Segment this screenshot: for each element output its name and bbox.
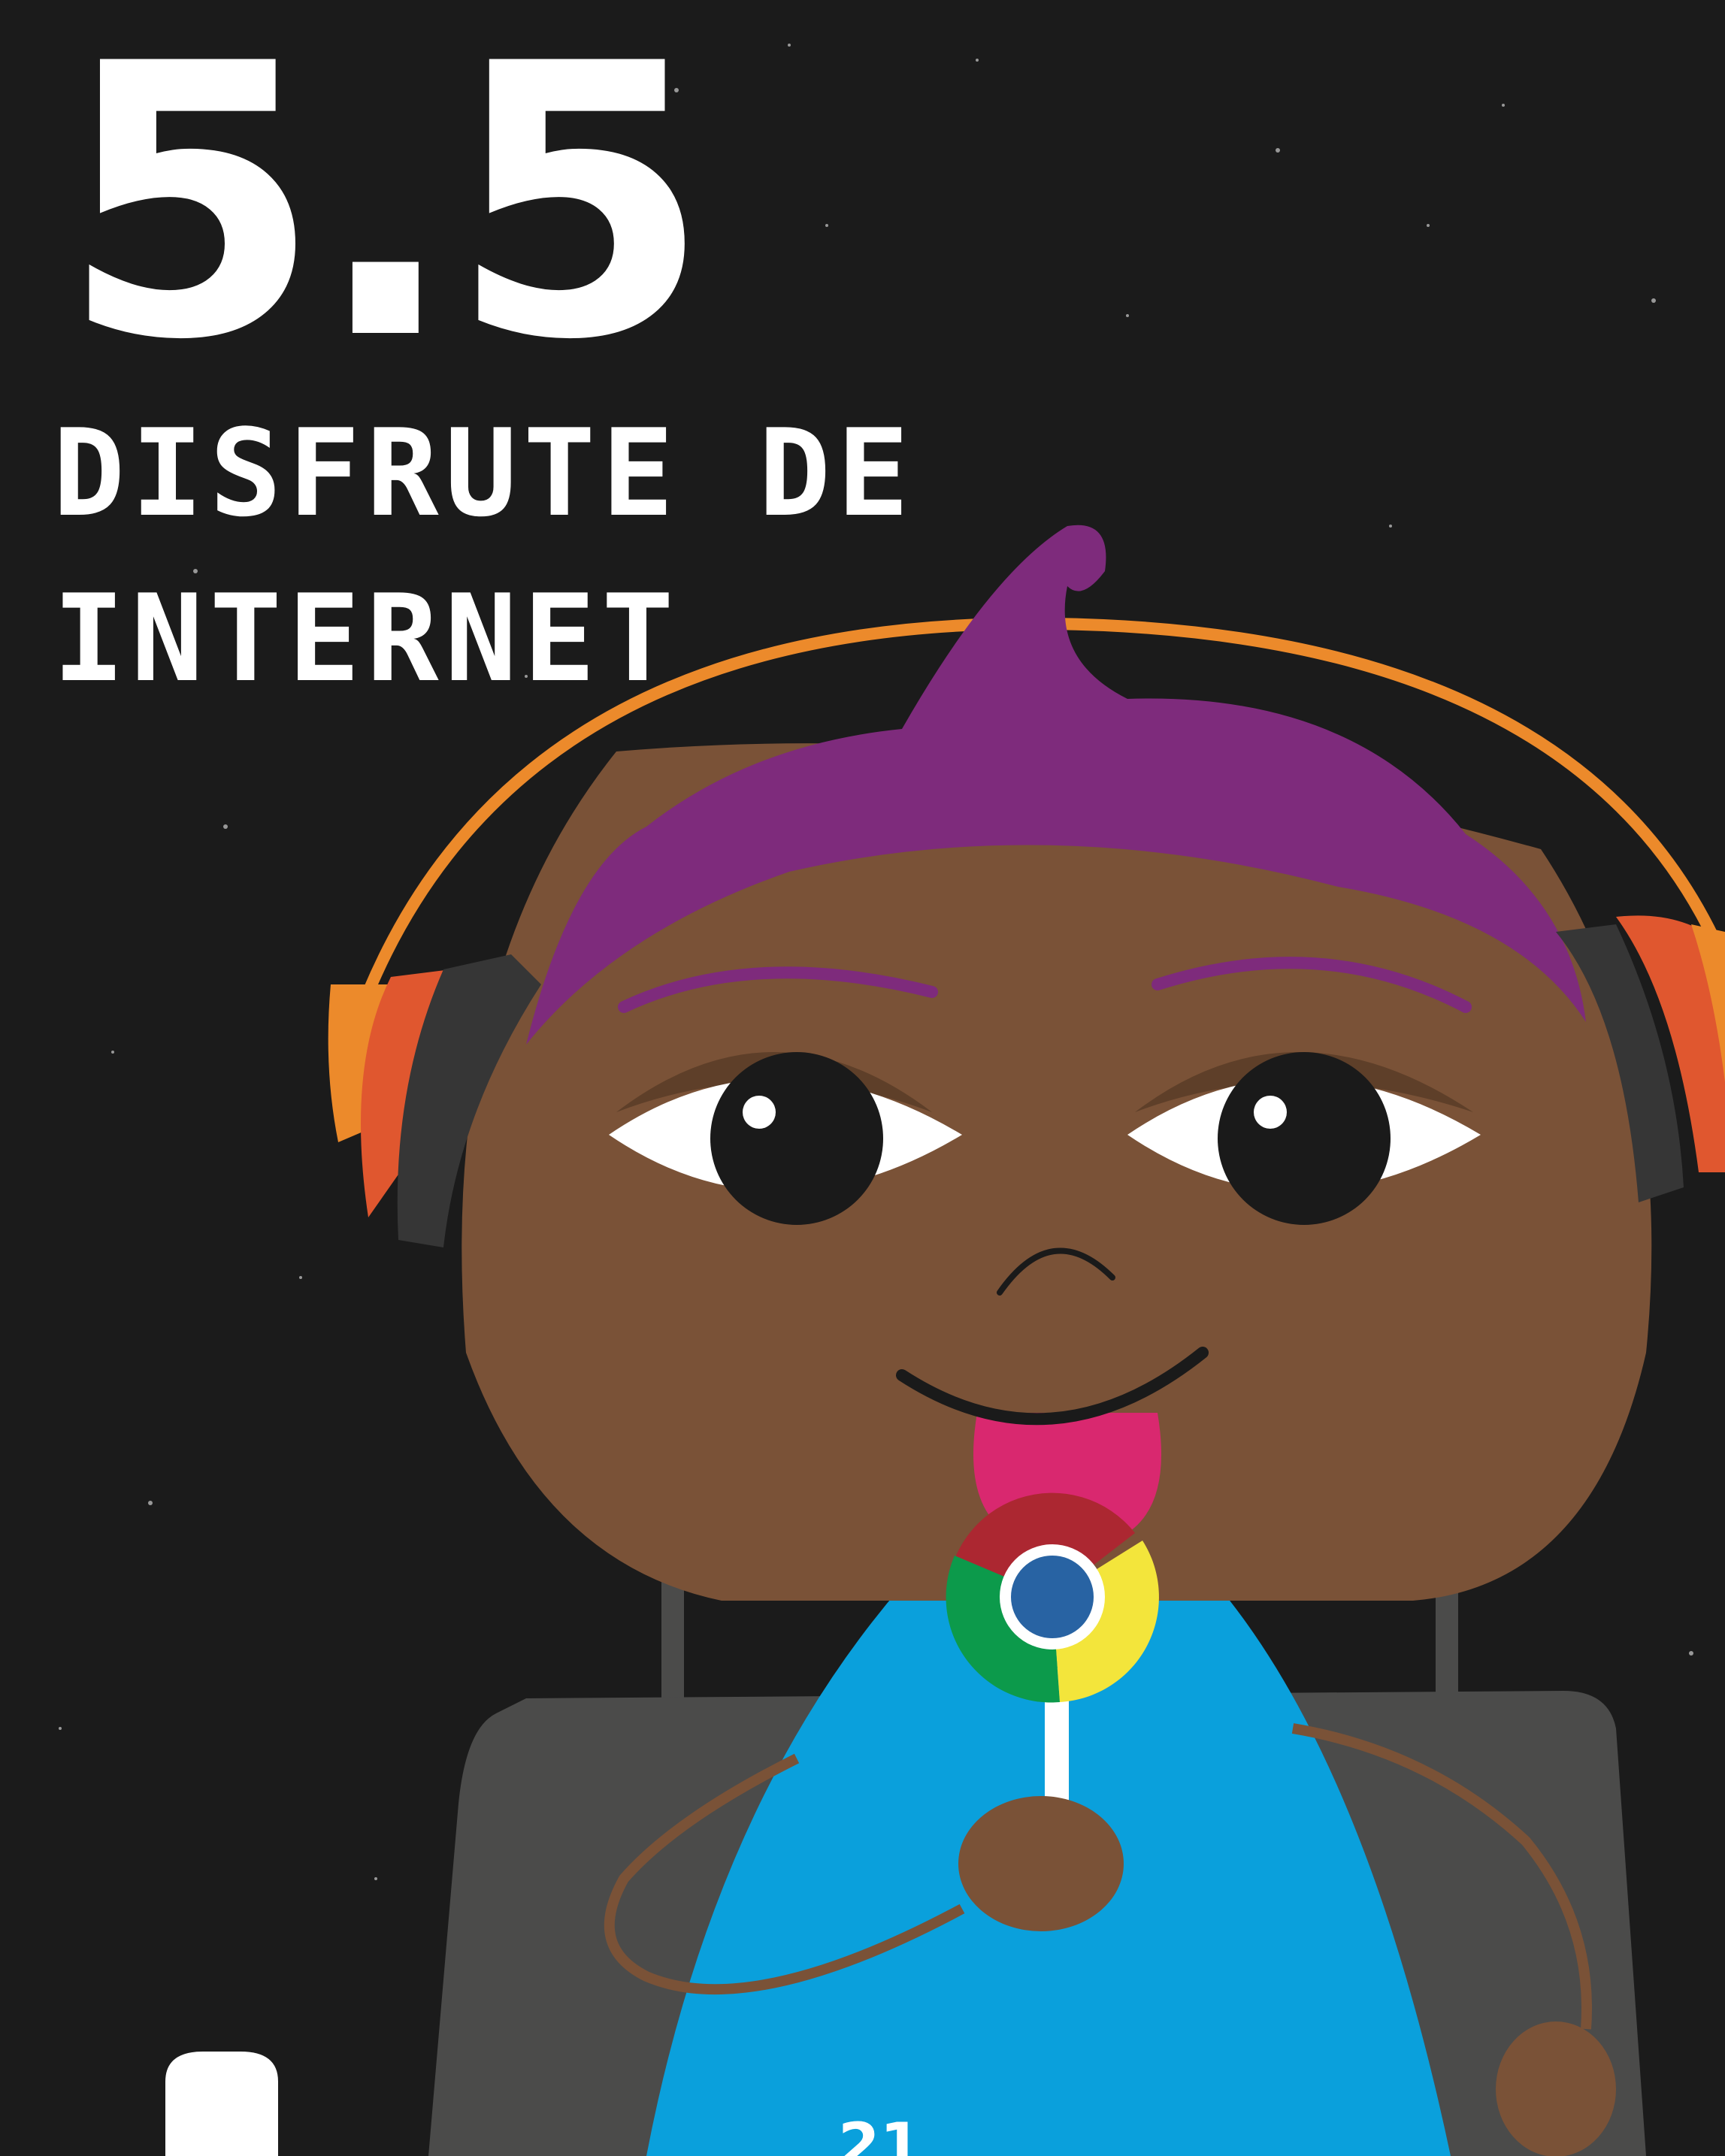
- page: 5.5 DISFRUTE DE INTERNET 21: [0, 0, 1725, 2156]
- section-title-line-1: DISFRUTE DE: [53, 403, 915, 543]
- page-number: 21: [838, 2110, 922, 2156]
- left-hand: [958, 1796, 1124, 1931]
- right-hand: [1496, 2021, 1616, 2156]
- section-number: 5.5: [60, 0, 711, 422]
- white-object: [165, 2052, 278, 2156]
- section-title: DISFRUTE DE INTERNET: [53, 391, 915, 721]
- section-title-line-2: INTERNET: [53, 568, 680, 709]
- chrome-logo-icon: [946, 1492, 1159, 1703]
